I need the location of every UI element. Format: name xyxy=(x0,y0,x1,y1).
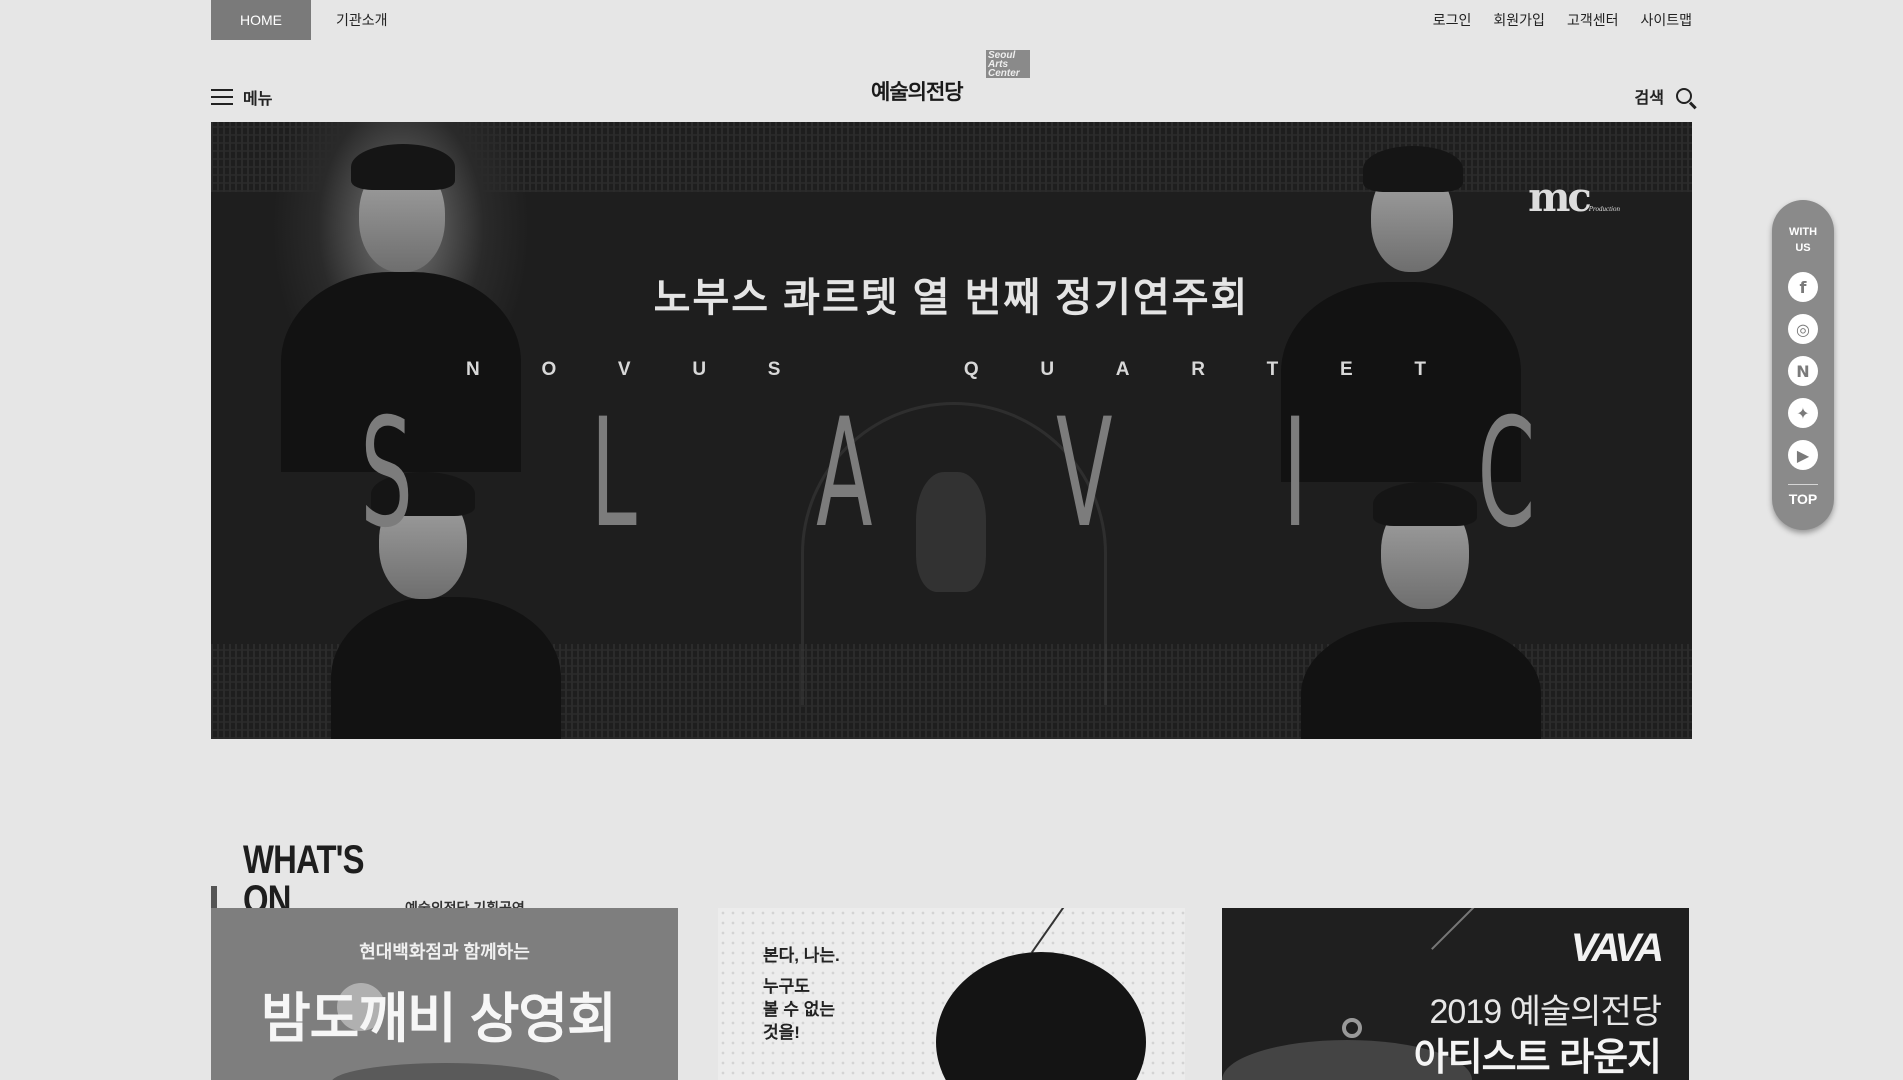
site-header: HOME 기관소개 로그인 회원가입 고객센터 사이트맵 메뉴 예술의전당 Se… xyxy=(211,0,1692,122)
card-line xyxy=(1431,908,1475,950)
subtitle-letter: O xyxy=(541,359,557,380)
hero-big-word: S L A V I C xyxy=(339,387,1559,561)
logo-korean: 예술의전당 xyxy=(871,81,964,104)
naver-icon[interactable]: N xyxy=(1788,356,1818,386)
performer-hair xyxy=(1363,146,1463,192)
site-logo[interactable]: 예술의전당 Seoul Arts Center xyxy=(871,48,1041,106)
hamburger-icon xyxy=(211,89,233,105)
with-us-label: WITH US xyxy=(1789,224,1817,256)
card-text-line: 것을! xyxy=(763,1023,800,1042)
big-letter: S xyxy=(360,387,413,561)
facebook-icon[interactable]: f xyxy=(1788,272,1818,302)
utility-links: 로그인 회원가입 고객센터 사이트맵 xyxy=(1433,10,1692,30)
subtitle-letter: A xyxy=(1115,359,1130,380)
subtitle-gap xyxy=(842,359,902,381)
performance-cards: 현대백화점과 함께하는 밤도깨비 상영회 본다, 나는. 누구도 볼 수 없는 … xyxy=(211,908,1692,1080)
with-label: WITH xyxy=(1788,226,1818,238)
search-button[interactable]: 검색 xyxy=(1635,84,1692,108)
performer-hair xyxy=(351,144,455,190)
hero-banner[interactable]: 노부스 콰르텟 열 번째 정기연주회 N O V U S Q U A R T E… xyxy=(211,122,1692,739)
big-letter: A xyxy=(815,387,873,561)
subtitle-letter: N xyxy=(466,359,480,380)
big-letter: C xyxy=(1477,387,1536,561)
subtitle-letter: E xyxy=(1339,359,1353,380)
big-letter: V xyxy=(1055,387,1113,561)
card-caption: 현대백화점과 함께하는 xyxy=(359,942,530,962)
us-label: US xyxy=(1795,242,1811,254)
sponsor-logo: mcProduction xyxy=(1528,174,1620,221)
brand-logo: VAVA xyxy=(1570,926,1664,970)
logo-english: Seoul Arts Center xyxy=(986,50,1030,79)
ring-graphic xyxy=(1342,1018,1362,1038)
card-text-line: 누구도 xyxy=(763,977,810,996)
customer-center-link[interactable]: 고객센터 xyxy=(1567,10,1619,30)
subtitle-letter: U xyxy=(1040,359,1055,380)
login-link[interactable]: 로그인 xyxy=(1433,10,1472,30)
sponsor-logo-sub: Production xyxy=(1588,205,1620,213)
card-text-line xyxy=(763,967,840,975)
card-graphic xyxy=(331,1063,561,1080)
hero-subtitle: N O V U S Q U A R T E T xyxy=(466,359,1426,381)
subtitle-letter: U xyxy=(692,359,707,380)
home-tab[interactable]: HOME xyxy=(211,0,311,40)
side-divider xyxy=(1788,484,1818,485)
card-text-line: 본다, 나는. xyxy=(763,946,840,965)
subtitle-letter: S xyxy=(767,359,781,380)
card-text-line: 볼 수 없는 xyxy=(763,1000,836,1019)
sitemap-link[interactable]: 사이트맵 xyxy=(1640,10,1692,30)
youtube-icon[interactable]: ▶ xyxy=(1788,440,1818,470)
main-header: 메뉴 예술의전당 Seoul Arts Center 검색 xyxy=(211,40,1692,122)
about-link[interactable]: 기관소개 xyxy=(336,10,388,30)
instagram-icon[interactable]: ◎ xyxy=(1788,314,1818,344)
performer-body xyxy=(331,597,561,739)
signup-link[interactable]: 회원가입 xyxy=(1493,10,1545,30)
menu-label: 메뉴 xyxy=(243,91,273,108)
performance-card[interactable]: VAVA 2019 예술의전당 아티스트 라운지 xyxy=(1222,908,1689,1080)
social-side-bar: WITH US f ◎ N ✦ ▶ TOP xyxy=(1772,200,1834,530)
subtitle-letter: R xyxy=(1191,359,1205,380)
card-title: 아티스트 라운지 xyxy=(1413,1037,1662,1079)
subtitle-letter: V xyxy=(617,359,631,380)
whats-on-section: WHAT'S ON 예술의전당 기획공연 현대백화점과 함께하는 밤도깨비 상영… xyxy=(211,840,1692,1080)
hero-title: 노부스 콰르텟 열 번째 정기연주회 xyxy=(653,276,1250,320)
big-letter: I xyxy=(1282,387,1307,561)
subtitle-letter: Q xyxy=(963,359,979,380)
performance-card[interactable]: 본다, 나는. 누구도 볼 수 없는 것을! xyxy=(718,908,1185,1080)
subtitle-letter: T xyxy=(1414,359,1426,380)
subtitle-letter: T xyxy=(1266,359,1279,380)
search-icon xyxy=(1676,88,1692,104)
performer-body xyxy=(1301,622,1541,739)
performance-card[interactable]: 현대백화점과 함께하는 밤도깨비 상영회 xyxy=(211,908,678,1080)
big-letter: L xyxy=(590,387,637,561)
utility-bar: HOME 기관소개 로그인 회원가입 고객센터 사이트맵 xyxy=(211,0,1692,40)
search-label: 검색 xyxy=(1634,90,1664,107)
twitter-icon[interactable]: ✦ xyxy=(1788,398,1818,428)
card-title: 밤도깨비 상영회 xyxy=(261,989,617,1049)
sponsor-logo-text: mc xyxy=(1528,174,1592,221)
card-text: 본다, 나는. 누구도 볼 수 없는 것을! xyxy=(763,944,840,1044)
scroll-top-button[interactable]: TOP xyxy=(1789,491,1818,507)
menu-button[interactable]: 메뉴 xyxy=(211,85,272,109)
